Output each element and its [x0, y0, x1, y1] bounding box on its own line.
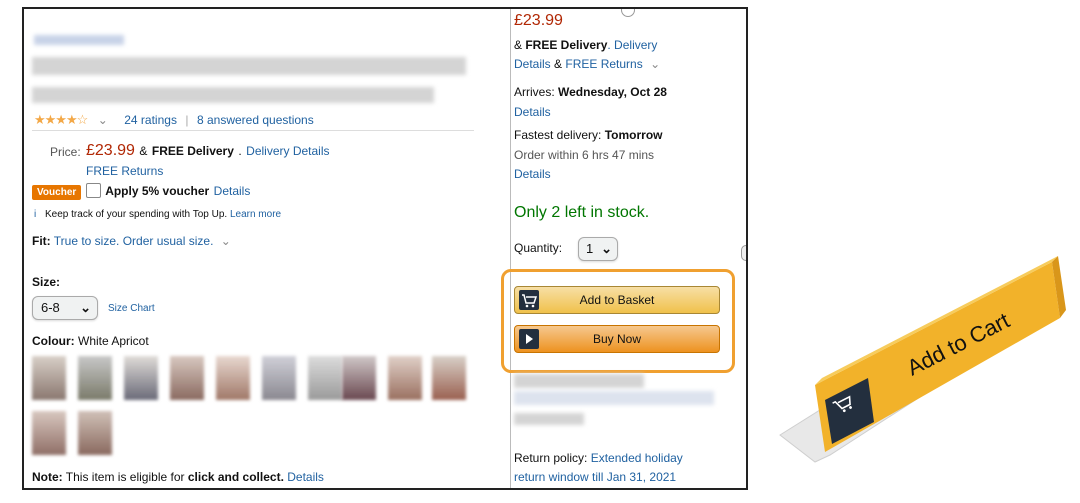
- add-to-basket-label: Add to Basket: [579, 293, 655, 307]
- free-returns-link[interactable]: FREE Returns: [565, 57, 642, 71]
- learn-more-link[interactable]: Learn more: [230, 209, 281, 220]
- fit-label: Fit:: [32, 234, 51, 248]
- note-text: This item is eligible for: [65, 470, 185, 484]
- amp: &: [550, 57, 566, 71]
- colour-swatch[interactable]: [32, 411, 66, 455]
- fastest-value: Tomorrow: [604, 128, 663, 142]
- blurred-product-title-line2: [32, 87, 434, 103]
- free-returns-link[interactable]: FREE Returns: [86, 164, 163, 178]
- price-label: Price:: [50, 145, 81, 159]
- rating-row: ★★★★☆ ⌄ 24 ratings | 8 answered question…: [34, 111, 314, 129]
- colour-swatch[interactable]: [32, 356, 66, 400]
- price: £23.99: [86, 142, 135, 159]
- quantity-value: 1: [586, 241, 594, 256]
- product-page-screenshot: ★★★★☆ ⌄ 24 ratings | 8 answered question…: [22, 7, 748, 490]
- blurred-seller-info: [514, 374, 644, 388]
- apply-voucher-label[interactable]: Apply 5% voucher: [105, 184, 209, 198]
- return-policy-link[interactable]: Extended holiday: [591, 451, 683, 465]
- highlight-box: [501, 269, 735, 373]
- divider: [32, 130, 474, 131]
- fit-row: Fit: True to size. Order usual size. ⌄: [32, 234, 231, 248]
- separator: |: [185, 113, 189, 127]
- chevron-down-icon: ⌄: [601, 241, 612, 256]
- arrives-row: Arrives: Wednesday, Oct 28: [514, 85, 667, 99]
- size-chart-link[interactable]: Size Chart: [108, 303, 155, 314]
- buybox-delivery-line2: Details & FREE Returns ⌄: [514, 57, 660, 71]
- star-rating-icon[interactable]: ★★★★☆: [34, 112, 88, 127]
- buybox-delivery-line1: & FREE Delivery. Delivery: [514, 38, 657, 52]
- order-within: Order within 6 hrs 47 mins: [514, 148, 655, 162]
- buy-now-button[interactable]: Buy Now: [514, 325, 720, 353]
- colour-swatch[interactable]: [78, 411, 112, 455]
- topup-row: i Keep track of your spending with Top U…: [34, 209, 281, 220]
- colour-row: Colour: White Apricot: [32, 334, 149, 348]
- fastest-row: Fastest delivery: Tomorrow: [514, 128, 663, 142]
- note-row: Note: This item is eligible for click an…: [32, 470, 324, 484]
- voucher-row: Voucher Apply 5% voucher Details: [32, 182, 250, 200]
- colour-swatch[interactable]: [342, 356, 376, 400]
- size-label: Size:: [32, 275, 61, 289]
- handle-icon: [621, 9, 635, 17]
- arrives-details-link[interactable]: Details: [514, 105, 551, 119]
- play-icon: [519, 329, 539, 349]
- colour-swatch[interactable]: [78, 356, 112, 400]
- fastest-label: Fastest delivery:: [514, 128, 602, 142]
- fastest-details-link[interactable]: Details: [514, 167, 551, 181]
- add-to-basket-button[interactable]: Add to Basket: [514, 286, 720, 314]
- buy-now-label: Buy Now: [592, 332, 642, 346]
- buybox-free-delivery: FREE Delivery: [525, 38, 608, 52]
- blurred-brand-link: [34, 35, 124, 45]
- ratings-link[interactable]: 24 ratings: [124, 113, 177, 127]
- quantity-select[interactable]: 1 ⌄: [578, 237, 618, 261]
- blurred-product-title-line1: [32, 57, 466, 75]
- quantity-label: Quantity:: [514, 241, 563, 255]
- info-icon: i: [34, 209, 37, 220]
- voucher-badge: Voucher: [32, 185, 82, 200]
- voucher-checkbox[interactable]: [85, 183, 101, 199]
- colour-swatch[interactable]: [170, 356, 204, 400]
- amp: &: [139, 144, 148, 158]
- add-to-cart-sign-illustration: Add to Cart: [779, 256, 1066, 463]
- colour-value: White Apricot: [78, 334, 149, 348]
- dot: .: [238, 144, 242, 158]
- size-value: 6-8: [41, 300, 60, 315]
- colour-swatch[interactable]: [262, 356, 296, 400]
- delivery-link[interactable]: . Delivery: [607, 38, 657, 52]
- buybox-price: £23.99: [514, 12, 563, 29]
- cart-icon: [519, 290, 539, 310]
- arrives-label: Arrives:: [514, 85, 555, 99]
- arrives-date: Wednesday, Oct 28: [558, 85, 667, 99]
- answered-questions-link[interactable]: 8 answered questions: [197, 113, 314, 127]
- fit-value-link[interactable]: True to size. Order usual size.: [54, 234, 214, 248]
- colour-label: Colour:: [32, 334, 75, 348]
- delivery-details-link[interactable]: Details: [514, 57, 551, 71]
- voucher-details-link[interactable]: Details: [214, 184, 251, 198]
- note-bold: click and collect.: [187, 470, 284, 484]
- free-delivery: FREE Delivery: [151, 144, 234, 158]
- blurred-seller-info: [514, 413, 584, 425]
- note-label: Note:: [32, 470, 63, 484]
- return-policy-label: Return policy:: [514, 451, 588, 465]
- colour-swatch[interactable]: [388, 356, 422, 400]
- chevron-down-icon[interactable]: ⌄: [221, 234, 231, 248]
- colour-swatch[interactable]: [308, 356, 342, 400]
- colour-swatch[interactable]: [216, 356, 250, 400]
- column-divider: [510, 9, 511, 488]
- chevron-down-icon[interactable]: ⌄: [98, 113, 108, 127]
- delivery-details-link[interactable]: Delivery Details: [246, 144, 329, 158]
- colour-swatch[interactable]: [432, 356, 466, 400]
- amp: &: [514, 38, 526, 52]
- stock-status: Only 2 left in stock.: [514, 204, 650, 221]
- price-row: £23.99 & FREE Delivery . Delivery Detail…: [86, 142, 330, 160]
- scroll-handle-icon[interactable]: [741, 245, 746, 261]
- return-policy-row: Return policy: Extended holiday: [514, 451, 683, 465]
- colour-swatch[interactable]: [124, 356, 158, 400]
- chevron-down-icon: ⌄: [80, 300, 91, 315]
- size-select[interactable]: 6-8 ⌄: [32, 296, 98, 320]
- chevron-down-icon[interactable]: ⌄: [650, 57, 660, 71]
- return-window-link[interactable]: return window till Jan 31, 2021: [514, 470, 676, 484]
- blurred-seller-link: [514, 391, 714, 405]
- topup-text: Keep track of your spending with Top Up.: [45, 209, 228, 220]
- note-details-link[interactable]: Details: [287, 470, 324, 484]
